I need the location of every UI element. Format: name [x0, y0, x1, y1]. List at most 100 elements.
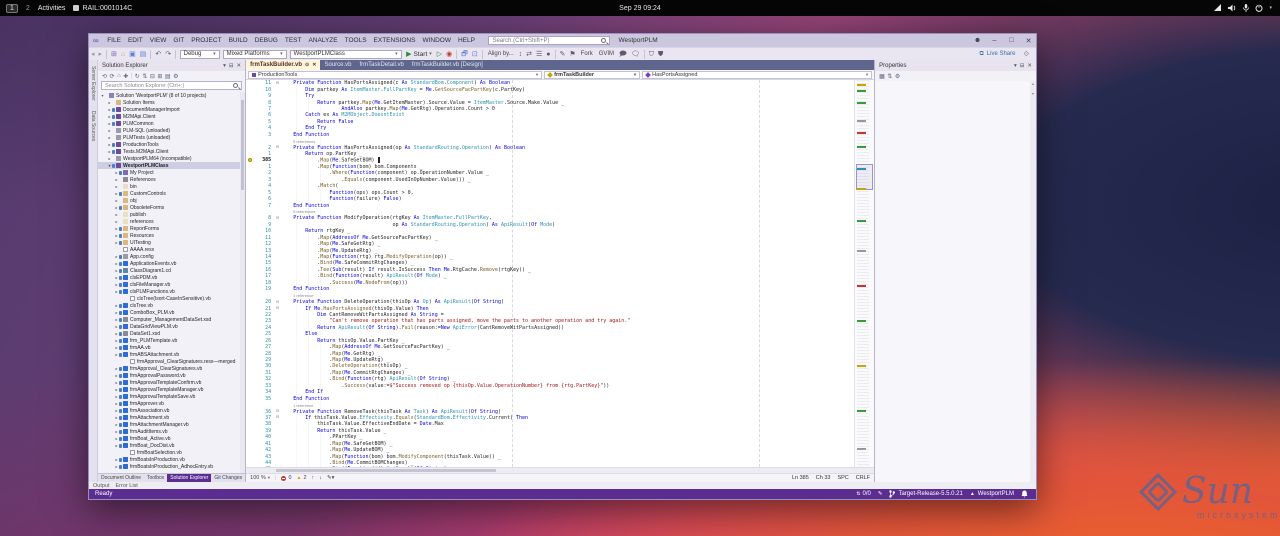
expander-icon[interactable]: ▸ [114, 219, 119, 224]
save-icon[interactable]: ▣ [127, 49, 138, 60]
tree-item[interactable]: ▾WestportPLMClass [98, 162, 240, 169]
tree-item[interactable]: ▸DocumentManagerImport [98, 106, 240, 113]
feedback-icon[interactable]: ☻ [970, 37, 985, 44]
tree-item[interactable]: ▸clsEPDM.vb [98, 274, 240, 281]
expander-icon[interactable]: ▸ [114, 198, 119, 203]
tree-item[interactable]: ▸PLMCommon [98, 120, 240, 127]
horizontal-scrollbar[interactable] [246, 467, 874, 473]
minimize-button[interactable]: – [987, 37, 1002, 44]
tree-item[interactable]: ▸clsPLMFunctions.vb [98, 288, 240, 295]
title-bar[interactable]: ∞ FILEEDITVIEWGITPROJECTBUILDDEBUGTESTAN… [89, 34, 1036, 47]
properties-header[interactable]: Properties ▾ ⊟ ✕ [875, 60, 1036, 71]
tree-item[interactable]: ▸ProductionTools [98, 141, 240, 148]
live-share-button[interactable]: ⧉Live Share [979, 51, 1015, 58]
pin-icon[interactable]: ⊟ [1020, 63, 1025, 69]
workspace-2[interactable]: 2 [26, 5, 30, 12]
collapse-all-icon[interactable]: ⊟ [150, 73, 155, 80]
zoom-dropdown[interactable]: 100 %▾ [250, 475, 270, 481]
menu-edit[interactable]: EDIT [124, 37, 146, 44]
workspace-1[interactable]: 1 [6, 4, 18, 13]
menu-test[interactable]: TEST [281, 37, 305, 44]
menu-git[interactable]: GIT [170, 37, 188, 44]
project-dropdown[interactable]: ProductionTools▾ [248, 71, 542, 79]
properties-icon[interactable]: ⊞ [157, 73, 162, 80]
tree-item[interactable]: ▸Tests.M2MApi.Client [98, 148, 240, 155]
forward-icon[interactable]: ⟳ [110, 73, 115, 80]
tree-item[interactable]: ▸obj [98, 197, 240, 204]
tree-item[interactable]: AAAA.resx [98, 246, 240, 253]
expander-icon[interactable]: ▸ [107, 156, 112, 161]
collapsed-tab-error-list[interactable]: Error List [116, 483, 138, 489]
tree-item[interactable]: ▸clsTree.vb [98, 302, 240, 309]
close-button[interactable]: ✕ [1021, 37, 1036, 45]
quick-search-input[interactable]: Search (Ctrl+Shift+P) [488, 36, 610, 45]
alphabetical-icon[interactable]: ⇅ [887, 73, 892, 80]
tree-item[interactable]: ▸ObsoleteForms [98, 204, 240, 211]
tree-item[interactable]: ▸frmApprovalTemplateConfirm.vb [98, 379, 240, 386]
expander-icon[interactable]: ▸ [107, 135, 112, 140]
tree-item[interactable]: ▾Solution 'WestportPLM' (8 of 10 project… [98, 92, 240, 99]
back-icon[interactable]: ⟲ [102, 73, 107, 80]
home-icon[interactable]: ⌂ [117, 73, 121, 79]
tree-item[interactable]: ▸frmBoat_Active.vb [98, 435, 240, 442]
swap-icon[interactable]: ⇄ [524, 49, 534, 60]
collapsed-tab-output[interactable]: Output [93, 483, 110, 489]
tree-item[interactable]: ▸publish [98, 211, 240, 218]
configuration-dropdown[interactable]: Debug▾ [180, 50, 220, 59]
open-folder-icon[interactable]: ⌂ [119, 49, 127, 60]
tree-item[interactable]: ▸ComboBox_PLM.vb [98, 309, 240, 316]
startup-project-dropdown[interactable]: WestportPLMClass▾ [290, 50, 402, 59]
menu-debug[interactable]: DEBUG [251, 37, 281, 44]
tree-item[interactable]: ▸frmApprover.vb [98, 400, 240, 407]
bookmark-next-icon[interactable]: ⛊ [656, 49, 665, 60]
spaces-indicator[interactable]: SPC [837, 475, 848, 481]
edit-mode-icon[interactable]: ✎▾ [327, 475, 334, 481]
column-indicator[interactable]: Ch 33 [816, 475, 831, 481]
gvim-button[interactable]: GVIM [596, 51, 617, 57]
hot-reload-icon[interactable]: ◉ [444, 49, 454, 60]
eol-indicator[interactable]: CRLF [856, 475, 870, 481]
redo-icon[interactable]: ↷ [163, 49, 173, 60]
code-editor[interactable]: 11⊟ Private Function HasPortsAssigned(c … [246, 80, 874, 467]
app-indicator[interactable]: RAIL:0001014C [73, 5, 132, 12]
outline-margin[interactable]: ⊟ [274, 415, 281, 420]
code-line[interactable]: 3 End Function [246, 132, 854, 138]
tree-item[interactable]: ▸frmApprovalPassword.vb [98, 372, 240, 379]
uncomment-icon[interactable]: 🗨 [629, 49, 642, 60]
start-debug-button[interactable]: ▶Start▾ [406, 50, 432, 58]
code-line[interactable]: 7 End Function [246, 202, 854, 208]
pin-icon[interactable]: ⊟ [229, 63, 234, 69]
close-icon[interactable]: ✕ [1027, 63, 1032, 69]
tree-item[interactable]: ▸UITesting [98, 239, 240, 246]
menu-file[interactable]: FILE [104, 37, 125, 44]
code-line[interactable]: 19 End Function [246, 286, 854, 292]
menu-build[interactable]: BUILD [225, 37, 251, 44]
preview-icon[interactable]: ▤ [165, 73, 171, 80]
tree-item[interactable]: ▸frmBoatsInProduction.vb [98, 456, 240, 463]
record-icon[interactable]: ● [544, 49, 552, 60]
expander-icon[interactable]: ▸ [114, 212, 119, 217]
warning-count[interactable]: ▲2 [297, 475, 307, 481]
activities-button[interactable]: Activities [38, 5, 66, 12]
member-dropdown[interactable]: HasPortsAssigned▾ [642, 71, 872, 79]
tree-item[interactable]: ▸frmABSAttachment.vb [98, 351, 240, 358]
tree-item[interactable]: ▸Solution Items [98, 99, 240, 106]
tree-item[interactable]: ▸clsFileManager.vb [98, 281, 240, 288]
pencil-icon[interactable]: ✎ [878, 491, 883, 497]
menu-project[interactable]: PROJECT [188, 37, 225, 44]
outline-margin[interactable]: ⊟ [274, 306, 281, 311]
outline-margin[interactable]: ⊟ [274, 409, 281, 414]
tree-item[interactable]: ▸PLMTests (unloaded) [98, 134, 240, 141]
tree-scrollbar[interactable] [240, 92, 245, 473]
tree-item[interactable]: ▸ApplicationEvents.vb [98, 260, 240, 267]
properties-scrollbar[interactable]: ▴▾ [1030, 81, 1036, 482]
document-tab[interactable]: frmTaskBuilder.vb [Design] [408, 60, 487, 70]
attach-icon[interactable]: ✎ [558, 49, 568, 60]
tree-item[interactable]: ▸PLM-SQL (unloaded) [98, 127, 240, 134]
tree-item[interactable]: ▸ReportForms [98, 225, 240, 232]
property-pages-icon[interactable]: ⚙ [895, 73, 900, 80]
menu-help[interactable]: HELP [454, 37, 478, 44]
tree-item[interactable]: ▸frmBoat_DocDist.vb [98, 442, 240, 449]
sync-active-doc-icon[interactable]: ⇅ [142, 73, 147, 80]
maximize-button[interactable]: □ [1004, 37, 1019, 44]
